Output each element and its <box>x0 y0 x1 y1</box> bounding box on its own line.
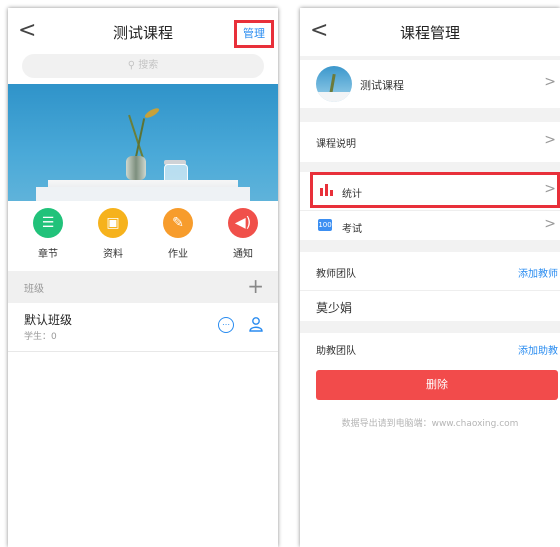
list-icon: ☰ <box>33 208 63 238</box>
course-screen: < 测试课程 管理 ⚲ 搜索 ☰ 章节 ▣ 资料 ✎ 作业 ◀) 通知 班级 + <box>8 8 278 547</box>
materials-button[interactable]: ▣ 资料 <box>88 208 138 260</box>
class-list-item[interactable]: 默认班级 学生：0 ⋯ <box>8 303 278 352</box>
course-management-screen: < 课程管理 测试课程 > 课程说明 > 统计 > 100 考试 > 教师团队 … <box>300 8 560 547</box>
divider <box>300 321 560 333</box>
document-icon: ▣ <box>98 208 128 238</box>
edit-icon: ✎ <box>163 208 193 238</box>
course-info-row[interactable]: 测试课程 > <box>300 60 560 108</box>
statistics-label: 统计 <box>342 189 362 200</box>
course-banner-image <box>8 84 278 201</box>
divider <box>300 108 560 122</box>
search-placeholder: 搜索 <box>138 60 159 71</box>
person-icon[interactable] <box>248 316 264 332</box>
chapter-label: 章节 <box>38 249 58 260</box>
page-title: 课程管理 <box>399 24 460 42</box>
chapter-button[interactable]: ☰ 章节 <box>23 208 73 260</box>
chevron-right-icon: > <box>544 132 556 148</box>
teacher-team-header: 教师团队 添加教师 <box>300 252 560 291</box>
course-name: 测试课程 <box>360 79 404 92</box>
assistant-team-header: 助教团队 添加助教 <box>300 333 560 363</box>
speaker-icon: ◀) <box>228 208 258 238</box>
delete-button[interactable]: 删除 <box>316 370 558 400</box>
add-assistant-link[interactable]: 添加助教 <box>518 342 558 357</box>
chat-icon[interactable]: ⋯ <box>218 317 234 333</box>
search-icon: ⚲ <box>127 60 136 71</box>
exam-label: 考试 <box>342 224 362 235</box>
divider <box>300 240 560 252</box>
class-student-count: 学生：0 <box>24 332 57 342</box>
course-description-row[interactable]: 课程说明 > <box>300 122 560 162</box>
section-label: 班级 <box>24 284 44 295</box>
assistant-team-label: 助教团队 <box>316 346 356 357</box>
export-footnote: 数据导出请到电脑端：www.chaoxing.com <box>341 419 519 429</box>
notice-label: 通知 <box>233 249 253 260</box>
class-section-header: 班级 + <box>8 271 278 303</box>
manage-button[interactable]: 管理 <box>234 20 274 48</box>
chevron-right-icon: > <box>544 216 556 232</box>
class-name: 默认班级 <box>24 313 73 327</box>
divider <box>300 162 560 172</box>
description-label: 课程说明 <box>316 139 356 150</box>
teacher-team-label: 教师团队 <box>316 269 356 280</box>
top-bar: < 测试课程 管理 <box>8 8 278 56</box>
homework-button[interactable]: ✎ 作业 <box>153 208 203 260</box>
statistics-row[interactable]: 统计 > <box>300 172 560 210</box>
bar-chart-icon <box>320 184 333 196</box>
top-bar: < 课程管理 <box>300 8 560 56</box>
add-teacher-link[interactable]: 添加教师 <box>518 265 558 280</box>
feature-icons: ☰ 章节 ▣ 资料 ✎ 作业 ◀) 通知 <box>8 208 278 268</box>
add-class-icon[interactable]: + <box>247 274 264 298</box>
notice-button[interactable]: ◀) 通知 <box>218 208 268 260</box>
teacher-list-item[interactable]: 莫少娟 <box>300 291 560 321</box>
teacher-name: 莫少娟 <box>316 301 353 315</box>
homework-label: 作业 <box>168 249 188 260</box>
course-avatar <box>316 66 352 102</box>
chevron-right-icon: > <box>544 74 556 90</box>
materials-label: 资料 <box>103 249 123 260</box>
exam-icon: 100 <box>318 219 332 231</box>
chevron-right-icon: > <box>544 181 556 197</box>
search-input[interactable]: ⚲ 搜索 <box>22 54 264 78</box>
exam-row[interactable]: 100 考试 > <box>300 210 560 241</box>
